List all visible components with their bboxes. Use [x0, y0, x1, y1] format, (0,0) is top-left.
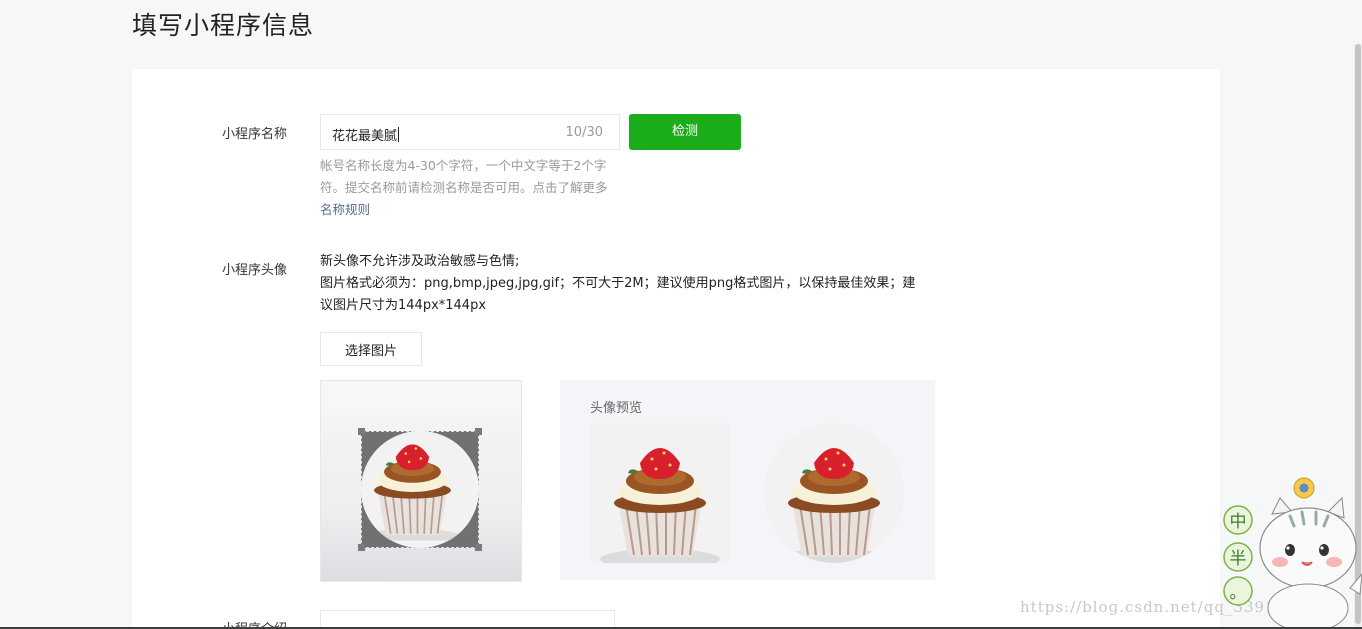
avatar-tip-line2: 图片格式必须为：png,bmp,jpeg,jpg,gif；不可大于2M；建议使用… [320, 276, 916, 313]
mascot-char-2: 半 [1230, 549, 1247, 569]
avatar-preview-circle [764, 423, 904, 563]
crop-circle-view[interactable] [361, 431, 479, 548]
cupcake-image [764, 423, 904, 563]
name-input-value[interactable]: 花花最美腻 [332, 125, 400, 144]
name-hint: 帐号名称长度为4-30个字符，一个中文字等于2个字符。提交名称前请检测名称是否可… [320, 155, 620, 221]
name-rules-link[interactable]: 名称规则 [320, 202, 370, 217]
avatar-preview-square [590, 423, 730, 563]
name-input[interactable]: 花花最美腻 10/30 [320, 114, 620, 150]
text-caret [398, 127, 400, 142]
page-title: 填写小程序信息 [132, 11, 315, 40]
mascot-badges: 中 半 。 [1223, 505, 1253, 606]
check-name-button[interactable]: 检测 [629, 114, 741, 150]
cat-mascot: 中 半 。 [1223, 477, 1362, 629]
mascot-char-1: 中 [1230, 512, 1247, 532]
avatar-preview-panel: 头像预览 [560, 380, 935, 580]
crop-handle-icon[interactable] [475, 544, 482, 551]
name-label: 小程序名称 [222, 127, 288, 142]
cupcake-image [590, 423, 730, 563]
cupcake-image [361, 431, 479, 548]
name-char-counter: 10/30 [565, 125, 603, 140]
avatar-tips: 新头像不允许涉及政治敏感与色情; 图片格式必须为：png,bmp,jpeg,jp… [320, 251, 920, 317]
name-hint-text: 帐号名称长度为4-30个字符，一个中文字等于2个字符。提交名称前请检测名称是否可… [320, 158, 608, 195]
choose-image-button[interactable]: 选择图片 [320, 332, 422, 366]
crop-handle-icon[interactable] [358, 428, 365, 435]
avatar-tip-line1: 新头像不允许涉及政治敏感与色情; [320, 254, 520, 269]
crop-handle-icon[interactable] [475, 428, 482, 435]
avatar-label: 小程序头像 [222, 263, 288, 278]
image-crop-area[interactable] [320, 380, 522, 582]
mascot-char-3: 。 [1230, 583, 1247, 603]
avatar-preview-title: 头像预览 [590, 401, 643, 416]
crop-handle-icon[interactable] [358, 544, 365, 551]
